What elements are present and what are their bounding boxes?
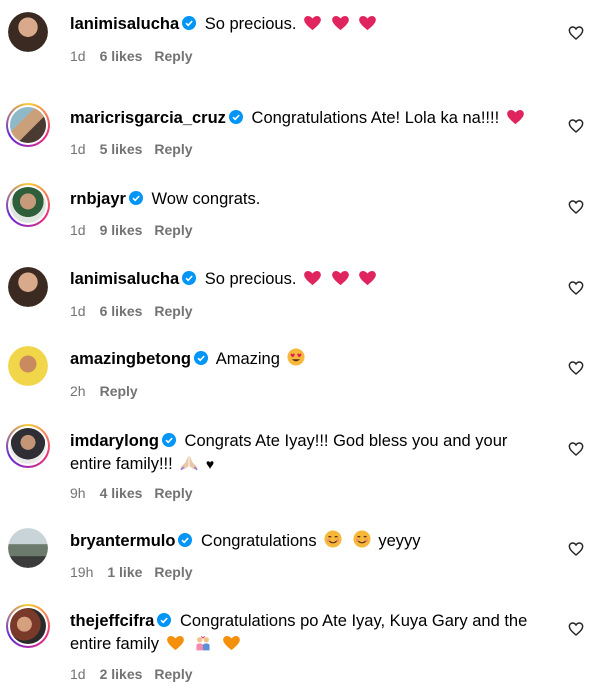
avatar[interactable] bbox=[8, 528, 48, 568]
avatar[interactable] bbox=[6, 183, 50, 227]
avatar[interactable] bbox=[6, 103, 50, 147]
emoji-smiling-faces bbox=[321, 530, 378, 550]
comment-time: 1d bbox=[70, 141, 86, 157]
black-heart-icon: ♥ bbox=[205, 456, 215, 472]
comment-time: 2h bbox=[70, 383, 86, 399]
comment-time: 1d bbox=[70, 666, 86, 682]
username[interactable]: bryantermulo bbox=[70, 532, 175, 550]
comment-text: So precious. bbox=[200, 270, 302, 288]
likes-count[interactable]: 2 likes bbox=[100, 666, 143, 682]
avatar[interactable] bbox=[6, 424, 50, 468]
heart-outline-icon[interactable] bbox=[568, 360, 584, 376]
comment-time: 19h bbox=[70, 564, 94, 580]
heart-outline-icon[interactable] bbox=[568, 621, 584, 637]
comment-text-after: yeyyy bbox=[378, 532, 421, 550]
avatar[interactable] bbox=[8, 267, 48, 307]
reply-button[interactable]: Reply bbox=[154, 222, 192, 238]
comment-time: 9h bbox=[70, 485, 86, 501]
avatar[interactable] bbox=[8, 346, 48, 386]
comment-time: 1d bbox=[70, 303, 86, 319]
verified-badge-icon bbox=[182, 271, 197, 285]
reply-button[interactable]: Reply bbox=[154, 141, 192, 157]
username[interactable]: maricrisgarcia_cruz bbox=[70, 109, 226, 127]
comment-time: 1d bbox=[70, 222, 86, 238]
verified-badge-icon bbox=[228, 110, 243, 124]
likes-count[interactable]: 5 likes bbox=[100, 141, 143, 157]
reply-button[interactable]: Reply bbox=[154, 564, 192, 580]
username[interactable]: rnbjayr bbox=[70, 190, 126, 208]
heart-outline-icon[interactable] bbox=[568, 118, 584, 134]
avatar[interactable] bbox=[8, 12, 48, 52]
verified-badge-icon bbox=[182, 16, 197, 30]
likes-count[interactable]: 4 likes bbox=[100, 485, 143, 501]
verified-badge-icon bbox=[178, 533, 193, 547]
comment-text: Congratulations Ate! Lola ka na!!!! bbox=[246, 109, 504, 127]
heart-outline-icon[interactable] bbox=[568, 441, 584, 457]
heart-outline-icon[interactable] bbox=[568, 280, 584, 296]
username[interactable]: lanimisalucha bbox=[70, 15, 179, 33]
reply-button[interactable]: Reply bbox=[154, 485, 192, 501]
comment-time: 1d bbox=[70, 48, 86, 64]
likes-count[interactable]: 6 likes bbox=[100, 48, 143, 64]
heart-outline-icon[interactable] bbox=[568, 199, 584, 215]
reply-button[interactable]: Reply bbox=[154, 303, 192, 319]
username[interactable]: amazingbetong bbox=[70, 350, 191, 368]
verified-badge-icon bbox=[161, 433, 176, 447]
comment-text: Congratulations bbox=[196, 532, 322, 550]
verified-badge-icon bbox=[157, 613, 172, 627]
verified-badge-icon bbox=[194, 351, 209, 365]
emoji-praying-hands bbox=[177, 455, 206, 473]
likes-count[interactable]: 6 likes bbox=[100, 303, 143, 319]
verified-badge-icon bbox=[128, 191, 143, 205]
username[interactable]: lanimisalucha bbox=[70, 270, 179, 288]
emoji-heart-eyes bbox=[284, 348, 308, 368]
emoji-hearts-couple bbox=[164, 635, 243, 653]
comment-text: So precious. bbox=[200, 15, 302, 33]
emoji-red-hearts bbox=[301, 270, 379, 288]
username[interactable]: thejeffcifra bbox=[70, 612, 154, 630]
avatar[interactable] bbox=[6, 604, 50, 648]
reply-button[interactable]: Reply bbox=[154, 666, 192, 682]
likes-count[interactable]: 9 likes bbox=[100, 222, 143, 238]
comment-text: Wow congrats. bbox=[146, 190, 261, 208]
emoji-red-hearts bbox=[301, 15, 379, 33]
username[interactable]: imdarylong bbox=[70, 432, 159, 450]
comment-text: Amazing bbox=[212, 350, 285, 368]
heart-outline-icon[interactable] bbox=[568, 25, 584, 41]
likes-count[interactable]: 1 like bbox=[107, 564, 142, 580]
reply-button[interactable]: Reply bbox=[100, 383, 138, 399]
reply-button[interactable]: Reply bbox=[154, 48, 192, 64]
emoji-red-heart bbox=[504, 109, 527, 127]
heart-outline-icon[interactable] bbox=[568, 541, 584, 557]
